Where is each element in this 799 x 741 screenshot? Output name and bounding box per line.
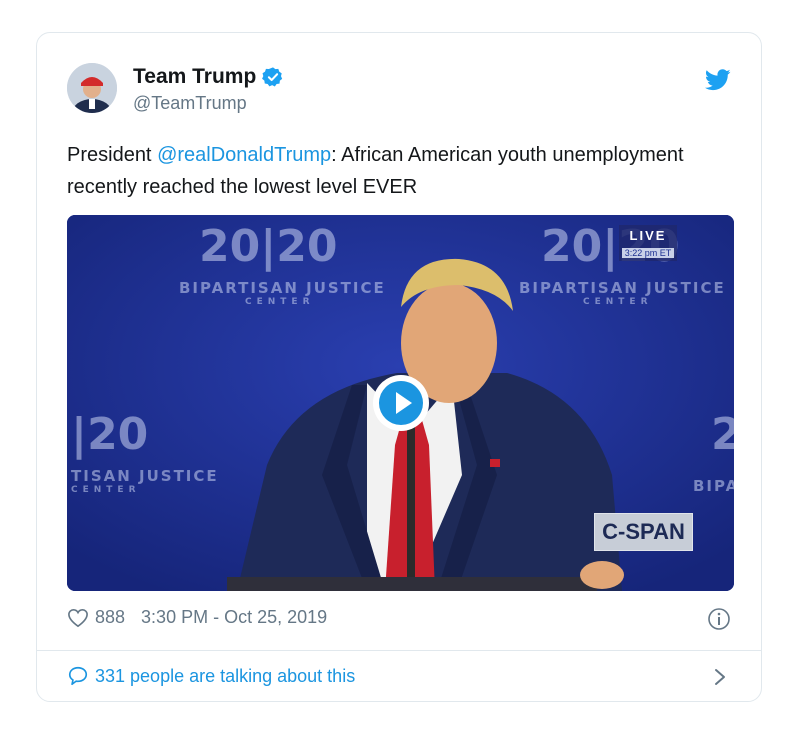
backdrop-subtitle-left: CENTER: [71, 485, 141, 495]
tweet-text: President @realDonaldTrump: African Amer…: [67, 139, 707, 203]
backdrop-logo-far-right: 2: [711, 409, 734, 460]
avatar[interactable]: [67, 63, 117, 113]
play-icon[interactable]: [371, 373, 431, 433]
tweet-card[interactable]: Team Trump @TeamTrump President @realDon…: [36, 32, 762, 702]
author-name[interactable]: Team Trump: [133, 65, 284, 89]
tweet-text-before: President: [67, 144, 158, 166]
backdrop-logo-left: |20: [71, 409, 149, 460]
backdrop-title-left: TISAN JUSTICE: [71, 467, 219, 485]
author-handle[interactable]: @TeamTrump: [133, 93, 247, 114]
backdrop-title-right: BIPARTISAN JUSTICE: [519, 279, 726, 297]
backdrop-title-far-right: BIPA: [693, 477, 734, 495]
live-time: 3:22 pm ET: [621, 248, 675, 258]
speech-bubble-icon: [68, 666, 88, 686]
divider: [37, 650, 761, 651]
verified-badge-icon: [262, 67, 283, 87]
info-icon[interactable]: [707, 607, 731, 631]
network-badge: C-SPAN: [594, 513, 693, 551]
chevron-right-icon[interactable]: [713, 667, 727, 687]
author-name-text[interactable]: Team Trump: [133, 65, 256, 89]
timestamp[interactable]: 3:30 PM - Oct 25, 2019: [141, 607, 327, 628]
conversation-link[interactable]: 331 people are talking about this: [67, 665, 355, 687]
backdrop-subtitle: CENTER: [245, 297, 315, 307]
conversation-count[interactable]: 331 people are talking about this: [95, 666, 355, 687]
tweet-meta: 888 3:30 PM - Oct 25, 2019: [67, 607, 327, 628]
like-count[interactable]: 888: [95, 607, 125, 628]
mention-link[interactable]: @realDonaldTrump: [157, 144, 331, 166]
live-badge: LIVE 3:22 pm ET: [619, 225, 677, 261]
live-label: LIVE: [629, 228, 667, 243]
backdrop-logo: 20|20: [199, 221, 338, 272]
video-player[interactable]: 20|20 BIPARTISAN JUSTICE CENTER 20|20 BI…: [67, 215, 734, 591]
twitter-bird-icon[interactable]: [705, 69, 731, 91]
backdrop-subtitle-right: CENTER: [583, 297, 653, 307]
backdrop-title: BIPARTISAN JUSTICE: [179, 279, 386, 297]
heart-icon[interactable]: [67, 608, 89, 628]
